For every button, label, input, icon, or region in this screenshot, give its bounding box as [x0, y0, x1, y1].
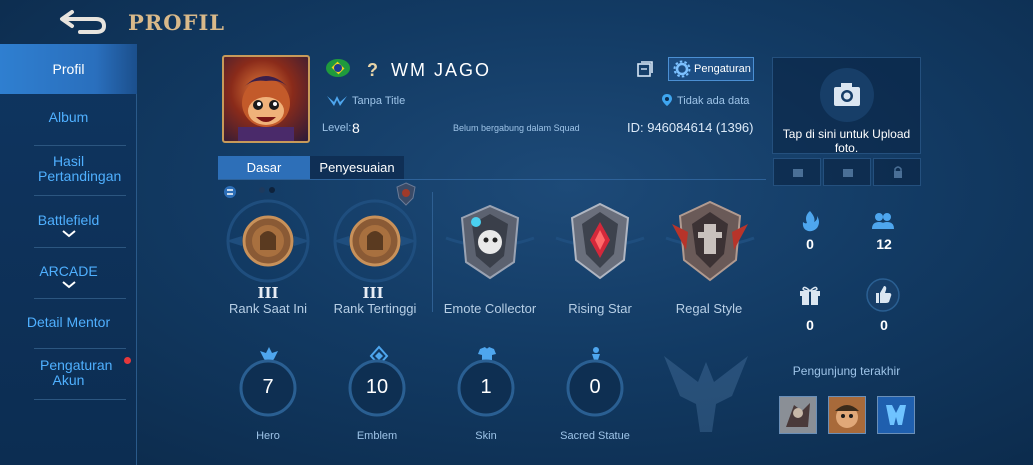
pager-dot	[269, 187, 275, 193]
gear-icon	[673, 60, 691, 78]
visitor-avatar[interactable]	[779, 396, 817, 434]
gift-value: 0	[806, 317, 814, 333]
stat-value: 0	[589, 376, 601, 398]
highest-rank-icon[interactable]	[327, 198, 423, 284]
stat-label: Sacred Statue	[560, 430, 630, 442]
sidebar-item-label: Pengaturan Akun	[40, 357, 113, 388]
sidebar-divider	[34, 399, 126, 400]
sidebar-item-label: Profil	[52, 61, 85, 77]
sidebar-item-label: Album	[48, 109, 89, 125]
visitor-portrait-icon	[886, 405, 906, 425]
rising-star-icon[interactable]	[552, 198, 648, 284]
location-pin-icon	[662, 94, 672, 106]
camera-icon	[820, 68, 874, 122]
popularity-value: 0	[806, 236, 814, 252]
tab-penyesuaian[interactable]: Penyesuaian	[310, 156, 404, 179]
sidebar-item-label: Battlefield	[37, 212, 100, 228]
gift-icon[interactable]	[798, 284, 822, 306]
regal-style-icon[interactable]	[662, 198, 758, 284]
thumbs-up-icon[interactable]	[866, 278, 900, 312]
friends-icon	[872, 213, 894, 229]
player-name: WM JAGO	[391, 60, 491, 80]
emote-collector-icon[interactable]	[442, 198, 538, 284]
upload-photo-text: Tap di sini untuk Upload foto.	[782, 127, 911, 155]
squad-status: Belum bergabung dalam Squad	[453, 123, 580, 133]
visitor-portrait-icon	[786, 403, 810, 427]
settings-button-label: Pengaturan	[694, 63, 751, 75]
sidebar-item-label: Detail Mentor	[26, 314, 111, 330]
recent-visitors-label: Pengunjung terakhir	[792, 364, 901, 378]
faded-wings-emblem-icon	[664, 356, 748, 432]
camera-small-icon	[793, 169, 803, 177]
sidebar-item-label: Hasil Pertandingan	[38, 153, 122, 184]
visitor-portrait-icon	[835, 405, 859, 428]
badge-label: Regal Style	[675, 301, 743, 316]
stat-label: Skin	[475, 430, 497, 442]
photo-slot[interactable]	[823, 158, 871, 186]
player-id[interactable]: ID: 946084614 (1396)	[627, 120, 753, 135]
highest-rank-tier: III	[362, 284, 384, 302]
title-wings-icon	[327, 96, 347, 106]
location-text: Tidak ada data	[677, 95, 750, 107]
tab-dasar[interactable]: Dasar	[218, 156, 310, 179]
pager-dot	[259, 187, 265, 193]
sidebar-item-battlefield[interactable]: Battlefield	[0, 213, 137, 238]
sidebar-divider	[34, 298, 126, 299]
sidebar-divider	[34, 195, 126, 196]
sidebar-item-pengaturan-akun[interactable]: Pengaturan Akun	[0, 358, 137, 388]
stat-value: 10	[365, 376, 389, 398]
tab-label: Dasar	[246, 160, 282, 175]
visitor-avatar[interactable]	[877, 396, 915, 434]
country-flag-icon	[326, 59, 350, 77]
sidebar-divider	[34, 145, 126, 146]
copy-icon[interactable]	[636, 60, 654, 78]
stat-label: Emblem	[356, 430, 398, 442]
chevron-down-icon	[61, 230, 76, 238]
stat-value: 1	[480, 376, 492, 398]
tab-label: Penyesuaian	[319, 160, 395, 175]
rank-symbol: ?	[367, 60, 378, 80]
level-value: 8	[352, 120, 360, 136]
fire-icon	[802, 211, 819, 232]
notification-dot	[124, 357, 131, 364]
tabs-divider	[218, 179, 766, 180]
sidebar-item-label: ARCADE	[39, 263, 98, 279]
sidebar-item-album[interactable]: Album	[0, 110, 137, 125]
sidebar-item-profil[interactable]: Profil	[0, 44, 137, 94]
likes-value: 0	[880, 317, 888, 333]
hero-portrait-icon	[238, 76, 294, 141]
photo-slot-locked[interactable]	[873, 158, 921, 186]
settings-button[interactable]: Pengaturan	[668, 57, 754, 81]
player-title: Tanpa Title	[352, 95, 406, 107]
sidebar: Profil Album Hasil Pertandingan Battlefi…	[0, 44, 137, 465]
friends-value: 12	[876, 236, 892, 252]
chevron-down-icon	[61, 281, 76, 289]
visitor-avatar[interactable]	[828, 396, 866, 434]
lock-icon	[894, 166, 902, 178]
back-arrow-icon[interactable]	[58, 6, 108, 36]
page-title: PROFIL	[128, 10, 226, 35]
sidebar-item-arcade[interactable]: ARCADE	[0, 264, 137, 289]
stat-label: Hero	[256, 430, 280, 442]
current-rank-icon[interactable]	[220, 198, 316, 284]
photo-slot[interactable]	[773, 158, 821, 186]
rank-season-icon	[224, 186, 236, 198]
level-label: Level:	[322, 122, 352, 134]
sidebar-item-hasil-pertandingan[interactable]: Hasil Pertandingan	[0, 154, 137, 184]
sidebar-divider	[34, 348, 126, 349]
badge-label: Rank Tertinggi	[333, 301, 417, 316]
camera-small-icon	[843, 169, 853, 177]
stat-value: 7	[262, 376, 274, 398]
sidebar-divider	[34, 247, 126, 248]
hero-avatar[interactable]	[222, 55, 310, 143]
sidebar-item-detail-mentor[interactable]: Detail Mentor	[0, 315, 137, 330]
